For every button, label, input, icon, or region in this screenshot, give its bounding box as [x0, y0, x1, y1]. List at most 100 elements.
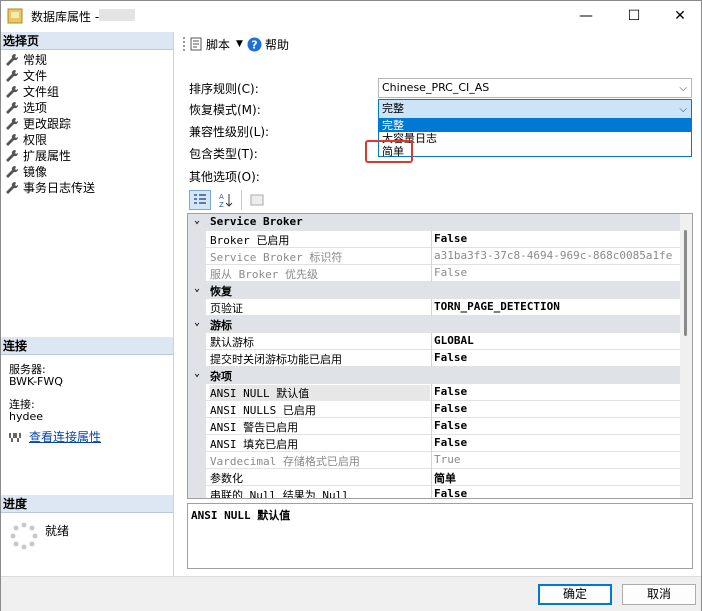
- collapse-chevron-icon[interactable]: ⌄: [194, 317, 200, 328]
- grid-column-separator: [431, 452, 432, 469]
- grid-row-gutter: [188, 435, 206, 452]
- grid-property-name: 服从 Broker 优先级: [210, 268, 318, 281]
- grid-scrollbar[interactable]: [680, 214, 692, 498]
- grid-property-value[interactable]: True: [434, 453, 461, 466]
- progress-spinner-icon: [10, 522, 38, 550]
- database-icon: [7, 8, 23, 24]
- collapse-chevron-icon[interactable]: ⌄: [194, 283, 200, 294]
- view-connection-properties-link[interactable]: 查看连接属性: [9, 430, 101, 444]
- recovery-model-select[interactable]: 完整 ⌵: [378, 99, 692, 119]
- grid-row[interactable]: 串联的 Null 结果为 Null False: [188, 486, 680, 498]
- grid-property-value[interactable]: False: [434, 266, 467, 279]
- grid-category[interactable]: ⌄ 杂项: [188, 367, 680, 384]
- grid-category[interactable]: ⌄ 恢复: [188, 282, 680, 299]
- grid-property-value[interactable]: a31ba3f3-37c8-4694-969c-868c0085a1fe: [434, 249, 672, 262]
- script-button[interactable]: 脚本: [206, 36, 230, 53]
- toolbar: 脚本 ▼ ? 帮助: [175, 32, 701, 56]
- script-dropdown-arrow-icon[interactable]: ▼: [236, 39, 243, 49]
- grid-toolbar: AZ: [189, 190, 268, 210]
- sidebar-item[interactable]: 权限: [5, 132, 95, 148]
- sidebar-item[interactable]: 更改跟踪: [5, 116, 95, 132]
- grid-column-separator: [431, 231, 432, 248]
- grid-property-value[interactable]: TORN_PAGE_DETECTION: [434, 300, 560, 313]
- collation-select[interactable]: Chinese_PRC_CI_AS ⌵: [378, 78, 692, 98]
- title-bar: 数据库属性 - — ☐ ✕: [1, 1, 701, 31]
- help-button[interactable]: 帮助: [265, 36, 289, 53]
- sidebar-item-label: 镜像: [23, 165, 48, 179]
- wrench-icon: [6, 85, 19, 98]
- grid-row[interactable]: 页验证 TORN_PAGE_DETECTION: [188, 299, 680, 316]
- view-connection-properties-text[interactable]: 查看连接属性: [29, 430, 101, 444]
- grid-row[interactable]: ANSI NULLS 已启用 False: [188, 401, 680, 418]
- grid-property-name: Broker 已启用: [210, 234, 290, 247]
- grid-row[interactable]: 参数化 简单: [188, 469, 680, 486]
- grid-scrollbar-thumb[interactable]: [684, 230, 687, 336]
- grid-row[interactable]: Vardecimal 存储格式已启用 True: [188, 452, 680, 469]
- grid-category[interactable]: ⌄ Service Broker: [188, 214, 680, 231]
- svg-text:Z: Z: [219, 201, 224, 208]
- collapse-chevron-icon[interactable]: ⌄: [194, 368, 200, 379]
- grid-row[interactable]: ANSI NULL 默认值 False: [188, 384, 680, 401]
- grid-property-name: Service Broker 标识符: [210, 251, 343, 264]
- grid-category-name: 杂项: [210, 370, 232, 383]
- sidebar-item[interactable]: 镜像: [5, 164, 95, 180]
- property-description: ANSI NULL 默认值: [187, 503, 693, 569]
- wrench-icon: [6, 101, 19, 114]
- ok-button[interactable]: 确定: [538, 584, 612, 605]
- collation-value: Chinese_PRC_CI_AS: [382, 81, 490, 94]
- main-pane: 脚本 ▼ ? 帮助 排序规则(C): Chinese_PRC_CI_AS ⌵ 恢…: [175, 32, 701, 576]
- grid-property-value[interactable]: False: [434, 351, 467, 364]
- connection-plug-icon: [9, 433, 21, 442]
- grid-property-value[interactable]: False: [434, 419, 467, 432]
- grid-property-name: 参数化: [210, 472, 243, 485]
- grid-property-value[interactable]: False: [434, 487, 467, 498]
- sidebar-item[interactable]: 常规: [5, 52, 95, 68]
- grid-property-name: ANSI NULLS 已启用: [210, 404, 316, 417]
- grid-row[interactable]: Broker 已启用 False: [188, 231, 680, 248]
- maximize-button[interactable]: ☐: [611, 1, 657, 31]
- grid-property-value[interactable]: GLOBAL: [434, 334, 474, 347]
- sidebar-item-label: 更改跟踪: [23, 117, 72, 131]
- left-pane: 选择页 常规 文件 文件组 选项 更改跟踪 权限 扩展属性 镜像 事务日志传送 连接 服务器: …: [1, 32, 174, 576]
- grid-property-value[interactable]: False: [434, 385, 467, 398]
- grid-row[interactable]: Service Broker 标识符 a31ba3f3-37c8-4694-969…: [188, 248, 680, 265]
- page-list: 常规 文件 文件组 选项 更改跟踪 权限 扩展属性 镜像 事务日志传送: [5, 52, 95, 196]
- grid-row[interactable]: 服从 Broker 优先级 False: [188, 265, 680, 282]
- other-options-label: 其他选项(O):: [189, 170, 260, 184]
- grid-row[interactable]: ANSI 填充已启用 False: [188, 435, 680, 452]
- grid-row[interactable]: 默认游标 GLOBAL: [188, 333, 680, 350]
- wrench-icon: [6, 117, 19, 130]
- sidebar-item-label: 文件: [23, 69, 48, 83]
- grid-row[interactable]: ANSI 警告已启用 False: [188, 418, 680, 435]
- grid-property-name: Vardecimal 存储格式已启用: [210, 455, 360, 468]
- minimize-button[interactable]: —: [563, 1, 609, 31]
- grid-row[interactable]: 提交时关闭游标功能已启用 False: [188, 350, 680, 367]
- alphabetical-sort-icon[interactable]: AZ: [215, 190, 237, 210]
- recovery-option-full[interactable]: 完整: [379, 119, 691, 132]
- grid-category[interactable]: ⌄ 游标: [188, 316, 680, 333]
- grid-property-value[interactable]: 简单: [434, 470, 456, 486]
- collapse-chevron-icon[interactable]: ⌄: [194, 215, 200, 226]
- grid-property-value[interactable]: False: [434, 402, 467, 415]
- recovery-option-simple[interactable]: 简单: [379, 145, 691, 158]
- cancel-button[interactable]: 取消: [622, 584, 696, 605]
- grid-row-gutter: [188, 231, 206, 248]
- grid-property-value[interactable]: False: [434, 436, 467, 449]
- containment-type-label: 包含类型(T):: [189, 147, 258, 161]
- sidebar-item[interactable]: 扩展属性: [5, 148, 95, 164]
- redacted-database-name: [99, 9, 135, 21]
- help-icon: ?: [247, 37, 262, 51]
- close-button[interactable]: ✕: [657, 1, 702, 31]
- grid-column-separator: [431, 265, 432, 282]
- recovery-option-bulk-logged[interactable]: 大容量日志: [379, 132, 691, 145]
- sidebar-item[interactable]: 事务日志传送: [5, 180, 95, 196]
- sidebar-item[interactable]: 文件: [5, 68, 95, 84]
- categorized-view-icon[interactable]: [189, 190, 211, 210]
- grid-column-separator: [431, 384, 432, 401]
- grid-property-value[interactable]: False: [434, 232, 467, 245]
- compatibility-level-label: 兼容性级别(L):: [189, 125, 270, 139]
- property-pages-icon[interactable]: [246, 190, 268, 210]
- toolbar-grip: [183, 37, 185, 51]
- sidebar-item[interactable]: 文件组: [5, 84, 95, 100]
- sidebar-item[interactable]: 选项: [5, 100, 95, 116]
